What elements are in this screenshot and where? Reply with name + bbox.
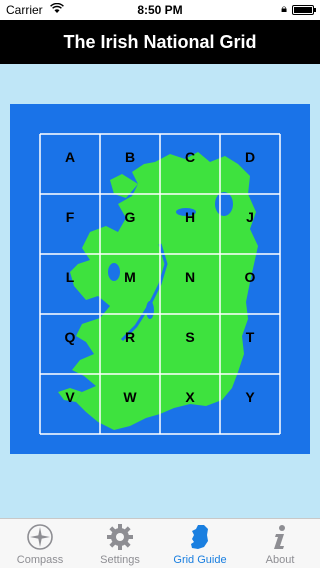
lough-neagh <box>215 192 233 216</box>
tab-compass[interactable]: Compass <box>0 519 80 569</box>
navigation-bar: The Irish National Grid <box>0 20 320 64</box>
tab-settings[interactable]: Settings <box>80 519 160 569</box>
map-canvas: A B C D F G H J L M N O Q R S T V W X Y <box>10 104 310 454</box>
irish-grid-map: A B C D F G H J L M N O Q R S T V W X Y <box>10 104 310 454</box>
rotation-lock-icon: 🔒︎ <box>281 3 287 15</box>
grid-cell-label-x: X <box>185 389 195 405</box>
grid-cell-label-r: R <box>125 329 135 345</box>
grid-cell-label-d: D <box>245 149 255 165</box>
grid-cell-label-o: O <box>245 269 256 285</box>
grid-cell-label-c: C <box>185 149 195 165</box>
grid-cell-label-l: L <box>66 269 75 285</box>
compass-icon <box>27 524 53 550</box>
grid-cell-label-t: T <box>246 329 255 345</box>
gear-icon <box>107 524 133 550</box>
info-icon <box>274 525 285 549</box>
grid-cell-label-g: G <box>125 209 136 225</box>
grid-cell-label-h: H <box>185 209 195 225</box>
status-bar: Carrier 8:50 PM 🔒︎ <box>0 0 320 20</box>
grid-cell-label-v: V <box>65 389 75 405</box>
grid-cell-label-f: F <box>66 209 75 225</box>
lough-derg <box>146 301 154 319</box>
grid-cell-label-a: A <box>65 149 75 165</box>
tab-grid-guide-label: Grid Guide <box>173 554 227 566</box>
tab-grid-guide[interactable]: Grid Guide <box>160 519 240 569</box>
grid-cell-label-s: S <box>185 329 194 345</box>
battery-icon <box>292 5 316 15</box>
tab-about-label: About <box>265 554 295 566</box>
tab-settings-label: Settings <box>100 554 140 566</box>
grid-cell-label-w: W <box>123 389 137 405</box>
grid-cell-label-j: J <box>246 209 254 225</box>
grid-cell-label-y: Y <box>245 389 255 405</box>
ireland-map-icon <box>191 525 208 549</box>
tab-about[interactable]: About <box>240 519 320 569</box>
tab-bar: Compass Settings Grid Guide About <box>0 518 320 568</box>
grid-cell-label-m: M <box>124 269 136 285</box>
grid-cell-label-b: B <box>125 149 135 165</box>
page-title: The Irish National Grid <box>63 32 257 52</box>
lough-corrib <box>108 263 120 281</box>
grid-cell-label-n: N <box>185 269 195 285</box>
status-time: 8:50 PM <box>137 3 183 17</box>
grid-guide-content: A B C D F G H J L M N O Q R S T V W X Y <box>0 64 320 518</box>
tab-compass-label: Compass <box>16 554 64 566</box>
grid-cell-label-q: Q <box>65 329 76 345</box>
